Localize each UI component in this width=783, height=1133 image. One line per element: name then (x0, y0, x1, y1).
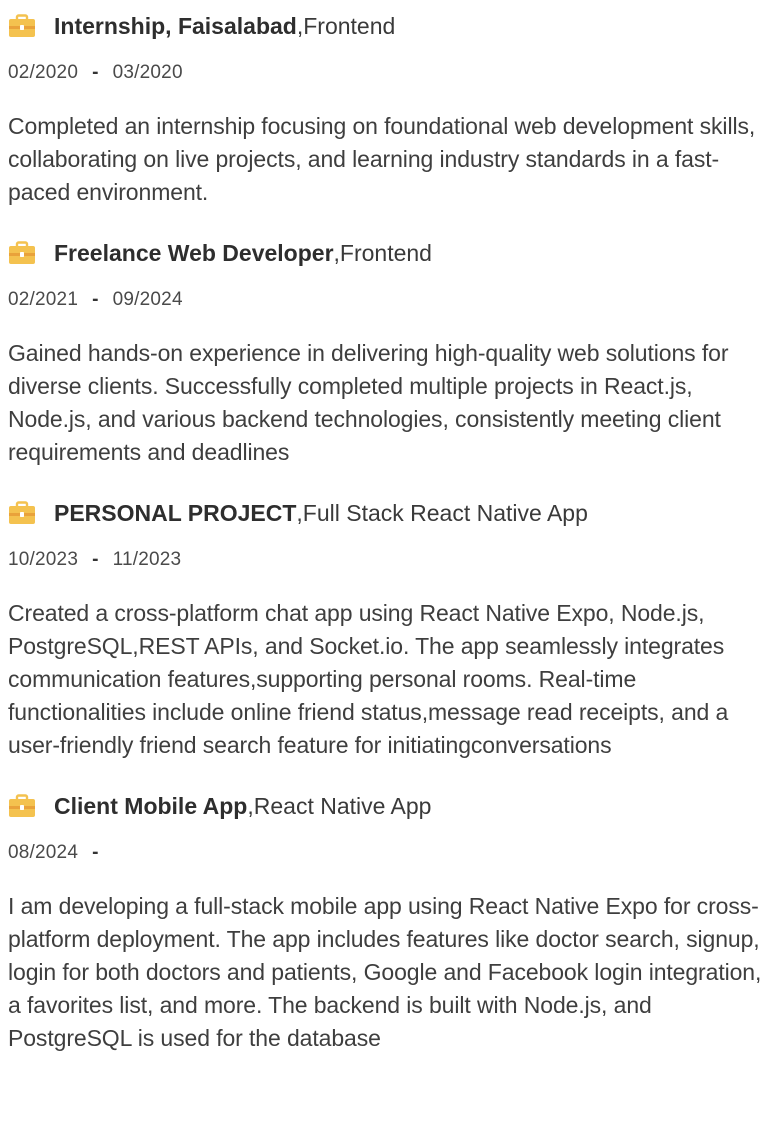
start-date: 08/2024 (8, 842, 79, 863)
end-date: 03/2020 (112, 62, 183, 83)
experience-entry: Client Mobile App, React Native App 08/2… (8, 788, 769, 1055)
entry-dates: 02/2021 - 09/2024 (8, 283, 769, 317)
experience-entry: Freelance Web Developer, Frontend 02/202… (8, 235, 769, 469)
entry-dates: 10/2023 - 11/2023 (8, 543, 769, 577)
entry-title: Client Mobile App (54, 792, 248, 819)
entry-description: I am developing a full-stack mobile app … (8, 893, 762, 1051)
entry-title-row: PERSONAL PROJECT, Full Stack React Nativ… (8, 495, 769, 531)
entry-role: Frontend (303, 12, 396, 39)
entry-role: Full Stack React Native App (302, 499, 588, 526)
entry-role: React Native App (253, 792, 432, 819)
entry-title-row: Internship, Faisalabad, Frontend (8, 8, 769, 44)
briefcase-icon (9, 501, 35, 524)
entry-title: Internship, Faisalabad (54, 12, 297, 39)
entry-title-row: Client Mobile App, React Native App (8, 788, 769, 824)
entry-title: PERSONAL PROJECT (54, 499, 297, 526)
date-dash: - (92, 842, 99, 863)
end-date: 11/2023 (112, 549, 182, 570)
experience-entry: PERSONAL PROJECT, Full Stack React Nativ… (8, 495, 769, 762)
briefcase-icon (9, 794, 35, 817)
entry-role: Frontend (339, 239, 432, 266)
start-date: 10/2023 (8, 549, 79, 570)
experience-section: Internship, Faisalabad, Frontend 02/2020… (0, 0, 783, 1133)
briefcase-icon (9, 14, 35, 37)
entry-dates: 02/2020 - 03/2020 (8, 56, 769, 90)
experience-entry: Internship, Faisalabad, Frontend 02/2020… (8, 8, 769, 209)
start-date: 02/2020 (8, 62, 79, 83)
entry-description: Gained hands-on experience in delivering… (8, 340, 729, 465)
entry-description: Created a cross-platform chat app using … (8, 600, 729, 758)
entry-dates: 08/2024 - (8, 836, 769, 870)
entry-title-row: Freelance Web Developer, Frontend (8, 235, 769, 271)
entry-title: Freelance Web Developer (54, 239, 334, 266)
date-dash: - (92, 62, 99, 83)
date-dash: - (92, 289, 99, 310)
entry-description: Completed an internship focusing on foun… (8, 113, 756, 205)
start-date: 02/2021 (8, 289, 79, 310)
briefcase-icon (9, 241, 35, 264)
date-dash: - (92, 549, 99, 570)
end-date: 09/2024 (112, 289, 183, 310)
